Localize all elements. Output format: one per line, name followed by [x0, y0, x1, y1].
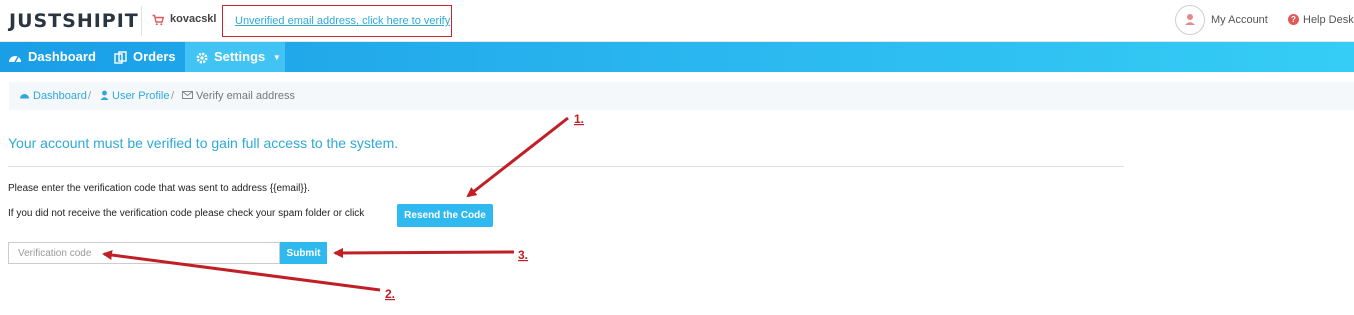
logo[interactable]: JUSTSHIPIT: [9, 10, 139, 32]
annotation-label-1: 1.: [574, 112, 584, 126]
cart-icon: [152, 14, 164, 26]
breadcrumb-verify-email: Verify email address: [182, 82, 295, 110]
breadcrumb-separator: /: [88, 90, 92, 102]
breadcrumb-dashboard-label: Dashboard: [33, 90, 87, 102]
orders-icon: [114, 51, 127, 64]
username[interactable]: kovacskl: [170, 13, 216, 25]
resend-code-button[interactable]: Resend the Code: [397, 204, 493, 227]
breadcrumb-user-profile-label: User Profile: [112, 90, 170, 102]
nav-orders[interactable]: Orders: [114, 42, 176, 72]
main-nav: Dashboard Orders Settings ▼: [0, 42, 1354, 72]
verify-email-alert: Unverified email address, click here to …: [222, 5, 452, 37]
nav-dashboard[interactable]: Dashboard: [8, 42, 96, 72]
help-desk-link[interactable]: Help Desk: [1303, 14, 1354, 26]
annotation-arrow-1: [466, 116, 569, 198]
spam-note-text: If you did not receive the verification …: [8, 208, 365, 219]
nav-settings-label: Settings: [214, 49, 266, 64]
breadcrumb-separator: /: [171, 90, 175, 102]
nav-orders-label: Orders: [133, 49, 176, 64]
dashboard-icon: [9, 55, 21, 62]
divider: [141, 6, 142, 36]
page-headline: Your account must be verified to gain fu…: [8, 135, 399, 151]
my-account-link[interactable]: My Account: [1211, 14, 1268, 26]
annotation-arrow-3: [333, 247, 515, 258]
gear-icon: [196, 52, 208, 64]
instruction-text: Please enter the verification code that …: [8, 183, 310, 194]
nav-settings[interactable]: Settings ▼: [185, 42, 285, 72]
top-bar: JUSTSHIPIT kovacskl Unverified email add…: [0, 0, 1354, 42]
user-icon: [100, 90, 109, 100]
submit-button[interactable]: Submit: [280, 242, 327, 264]
breadcrumb: Dashboard / User Profile / Verify email …: [9, 82, 1354, 110]
user-icon: [1185, 14, 1195, 25]
avatar[interactable]: [1175, 5, 1205, 35]
annotation-label-3: 3.: [518, 248, 528, 262]
chevron-down-icon: ▼: [272, 52, 281, 62]
verify-email-link[interactable]: Unverified email address, click here to …: [235, 15, 450, 27]
breadcrumb-current-label: Verify email address: [196, 90, 296, 102]
annotation-label-2: 2.: [385, 287, 395, 301]
breadcrumb-dashboard[interactable]: Dashboard: [19, 82, 87, 110]
envelope-icon: [182, 91, 193, 99]
nav-dashboard-label: Dashboard: [28, 49, 96, 64]
verification-code-input[interactable]: [8, 242, 280, 264]
divider: [8, 166, 1124, 167]
dashboard-icon: [20, 94, 29, 99]
help-icon: ?: [1288, 14, 1299, 25]
breadcrumb-user-profile[interactable]: User Profile: [100, 82, 169, 110]
